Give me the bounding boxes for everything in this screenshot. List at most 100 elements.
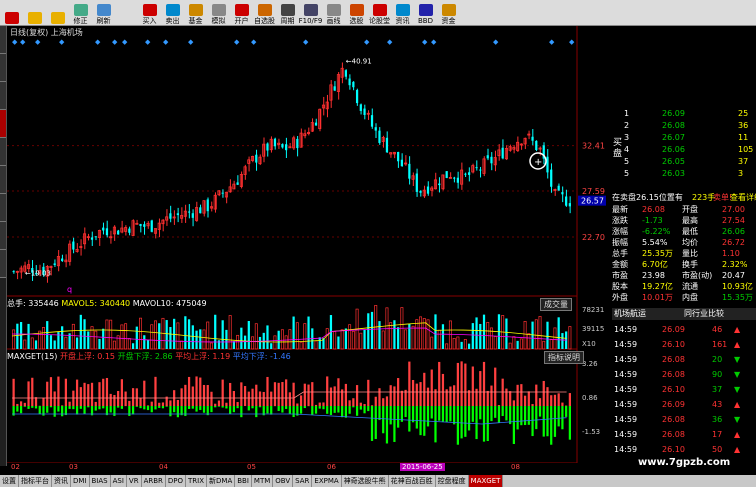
- indicator-tab[interactable]: ASI: [111, 475, 127, 487]
- indicator-tab[interactable]: 神奇选股牛熊: [342, 475, 389, 487]
- trade-price: 26.09: [662, 325, 685, 334]
- event-marker-icon[interactable]: ◆: [145, 38, 151, 46]
- toolbar-button[interactable]: 刷新: [92, 0, 115, 26]
- toolbar-button[interactable]: BBD: [414, 0, 437, 26]
- event-marker-icon[interactable]: ◆: [387, 38, 393, 46]
- indicator-tab[interactable]: MAXGET: [468, 475, 504, 487]
- left-tab[interactable]: [0, 166, 6, 194]
- bid-row[interactable]: 1 26.09 25: [612, 108, 756, 120]
- toolbar-button[interactable]: 开户: [230, 0, 253, 26]
- left-tab[interactable]: [0, 82, 6, 110]
- toolbar-button[interactable]: 周期: [276, 0, 299, 26]
- trade-row[interactable]: 14:59 26.08 36 ▼: [612, 414, 756, 426]
- event-marker-icon[interactable]: ◆: [431, 38, 437, 46]
- stat-row[interactable]: 外盘 10.01万 内盘 15.35万: [612, 292, 756, 304]
- bid-row[interactable]: 5 26.03 3: [612, 168, 756, 180]
- trade-row[interactable]: 14:59 26.10 37 ▼: [612, 384, 756, 396]
- indicator-tab[interactable]: DMI: [71, 475, 90, 487]
- event-marker-icon[interactable]: ◆: [163, 38, 169, 46]
- left-tab[interactable]: [0, 194, 6, 222]
- toolbar-button[interactable]: 论股堂: [368, 0, 391, 26]
- left-tab[interactable]: [0, 138, 6, 166]
- event-marker-icon[interactable]: ◆: [35, 38, 41, 46]
- event-marker-icon[interactable]: ◆: [188, 38, 194, 46]
- indicator-tab[interactable]: VR: [127, 475, 142, 487]
- event-marker-icon[interactable]: ◆: [95, 38, 101, 46]
- toolbar-button[interactable]: 资讯: [391, 0, 414, 26]
- trade-row[interactable]: 14:59 26.08 20 ▼: [612, 354, 756, 366]
- bid-row[interactable]: 5 26.05 37: [612, 156, 756, 168]
- indicator-tab[interactable]: BIAS: [90, 475, 111, 487]
- indicator-tab[interactable]: ARBR: [142, 475, 166, 487]
- stock-chart[interactable]: 32.4127.5922.7026.57←40.91←19.03◆ ◆ ◆ ◆ ◆ ◆ ◆ ◆…: [7, 26, 612, 463]
- indicator-up-bar: [523, 395, 527, 406]
- left-tab[interactable]: [0, 26, 6, 54]
- sector-tabs[interactable]: 机场航运 同行业比较: [612, 308, 756, 320]
- volume-bar: [187, 319, 191, 349]
- indicator-tab[interactable]: 指标平台: [19, 475, 52, 487]
- indicator-tab[interactable]: BBI: [235, 475, 252, 487]
- bid-row[interactable]: 4 26.06 105: [612, 144, 756, 156]
- indicator-tab[interactable]: MTM: [252, 475, 274, 487]
- indicator-tab[interactable]: 资讯: [52, 475, 71, 487]
- volume-indicator-button[interactable]: 成交量: [540, 298, 572, 311]
- indicator-tab[interactable]: 新DMA: [207, 475, 236, 487]
- indicator-tab[interactable]: 设置: [0, 475, 19, 487]
- toolbar-button[interactable]: [0, 0, 23, 26]
- event-marker-icon[interactable]: ◆: [234, 38, 240, 46]
- indicator-tab[interactable]: 花神百战百胜: [389, 475, 436, 487]
- toolbar-button[interactable]: 基金: [184, 0, 207, 26]
- left-tab[interactable]: [0, 54, 6, 82]
- event-marker-icon[interactable]: ◆: [422, 38, 428, 46]
- indicator-down-bar: [370, 406, 374, 441]
- toolbar-button[interactable]: 选股: [345, 0, 368, 26]
- indicator-tab[interactable]: DPO: [166, 475, 187, 487]
- toolbar-button[interactable]: 画线: [322, 0, 345, 26]
- event-marker-icon[interactable]: ◆: [364, 38, 370, 46]
- event-marker-icon[interactable]: ◆: [20, 38, 26, 46]
- toolbar-button[interactable]: 修正: [69, 0, 92, 26]
- indicator-tab[interactable]: SAR: [293, 475, 313, 487]
- trade-row[interactable]: 14:59 26.10 50 ▲: [612, 444, 756, 456]
- status-row[interactable]: 在卖盘26.15位置有223手卖单!查看详细: [612, 192, 756, 204]
- indicator-tab[interactable]: OBV: [273, 475, 294, 487]
- x-label: q: [67, 285, 72, 294]
- candle-body-down: [199, 207, 202, 214]
- indicator-help-button[interactable]: 指标说明: [544, 351, 584, 364]
- event-marker-icon[interactable]: ◆: [493, 38, 499, 46]
- left-tab-active[interactable]: [0, 110, 6, 138]
- trade-row[interactable]: 14:59 26.08 17 ▲: [612, 429, 756, 441]
- toolbar-button[interactable]: 买入: [138, 0, 161, 26]
- toolbar-button[interactable]: [46, 0, 69, 26]
- event-marker-icon[interactable]: ◆: [59, 38, 65, 46]
- event-marker-icon[interactable]: ◆: [549, 38, 555, 46]
- event-marker-icon[interactable]: ◆: [569, 38, 575, 46]
- volume-bar: [195, 330, 198, 349]
- trade-row[interactable]: 14:59 26.10 161 ▲: [612, 339, 756, 351]
- indicator-tab[interactable]: 控盘程度: [436, 475, 469, 487]
- toolbar-button[interactable]: [23, 0, 46, 26]
- event-marker-icon[interactable]: ◆: [303, 38, 309, 46]
- trade-row[interactable]: 14:59 26.08 90 ▼: [612, 369, 756, 381]
- toolbar-button[interactable]: 自选股: [253, 0, 276, 26]
- toolbar-button[interactable]: 资金: [437, 0, 460, 26]
- event-marker-icon[interactable]: ◆: [12, 38, 18, 46]
- indicator-tab[interactable]: TRIX: [186, 475, 208, 487]
- indicator-down-bar: [363, 406, 366, 414]
- indicator-up-bar: [382, 398, 385, 406]
- trade-row[interactable]: 14:59 26.09 46 ▲: [612, 324, 756, 336]
- left-tab[interactable]: [0, 222, 6, 250]
- bid-row[interactable]: 3 26.07 11: [612, 132, 756, 144]
- toolbar-button[interactable]: F10/F9: [299, 0, 322, 26]
- toolbar-button[interactable]: [115, 0, 138, 26]
- toolbar-button[interactable]: 模拟: [207, 0, 230, 26]
- event-marker-icon[interactable]: ◆: [251, 38, 257, 46]
- toolbar-button[interactable]: 卖出: [161, 0, 184, 26]
- event-marker-icon[interactable]: ◆: [122, 38, 128, 46]
- bid-row[interactable]: 2 26.08 36: [612, 120, 756, 132]
- trade-row[interactable]: 14:59 26.09 43 ▲: [612, 399, 756, 411]
- indicator-down-bar: [61, 406, 64, 417]
- indicator-tab[interactable]: EXPMA: [312, 475, 342, 487]
- event-marker-icon[interactable]: ◆: [112, 38, 118, 46]
- left-tab[interactable]: [0, 250, 6, 278]
